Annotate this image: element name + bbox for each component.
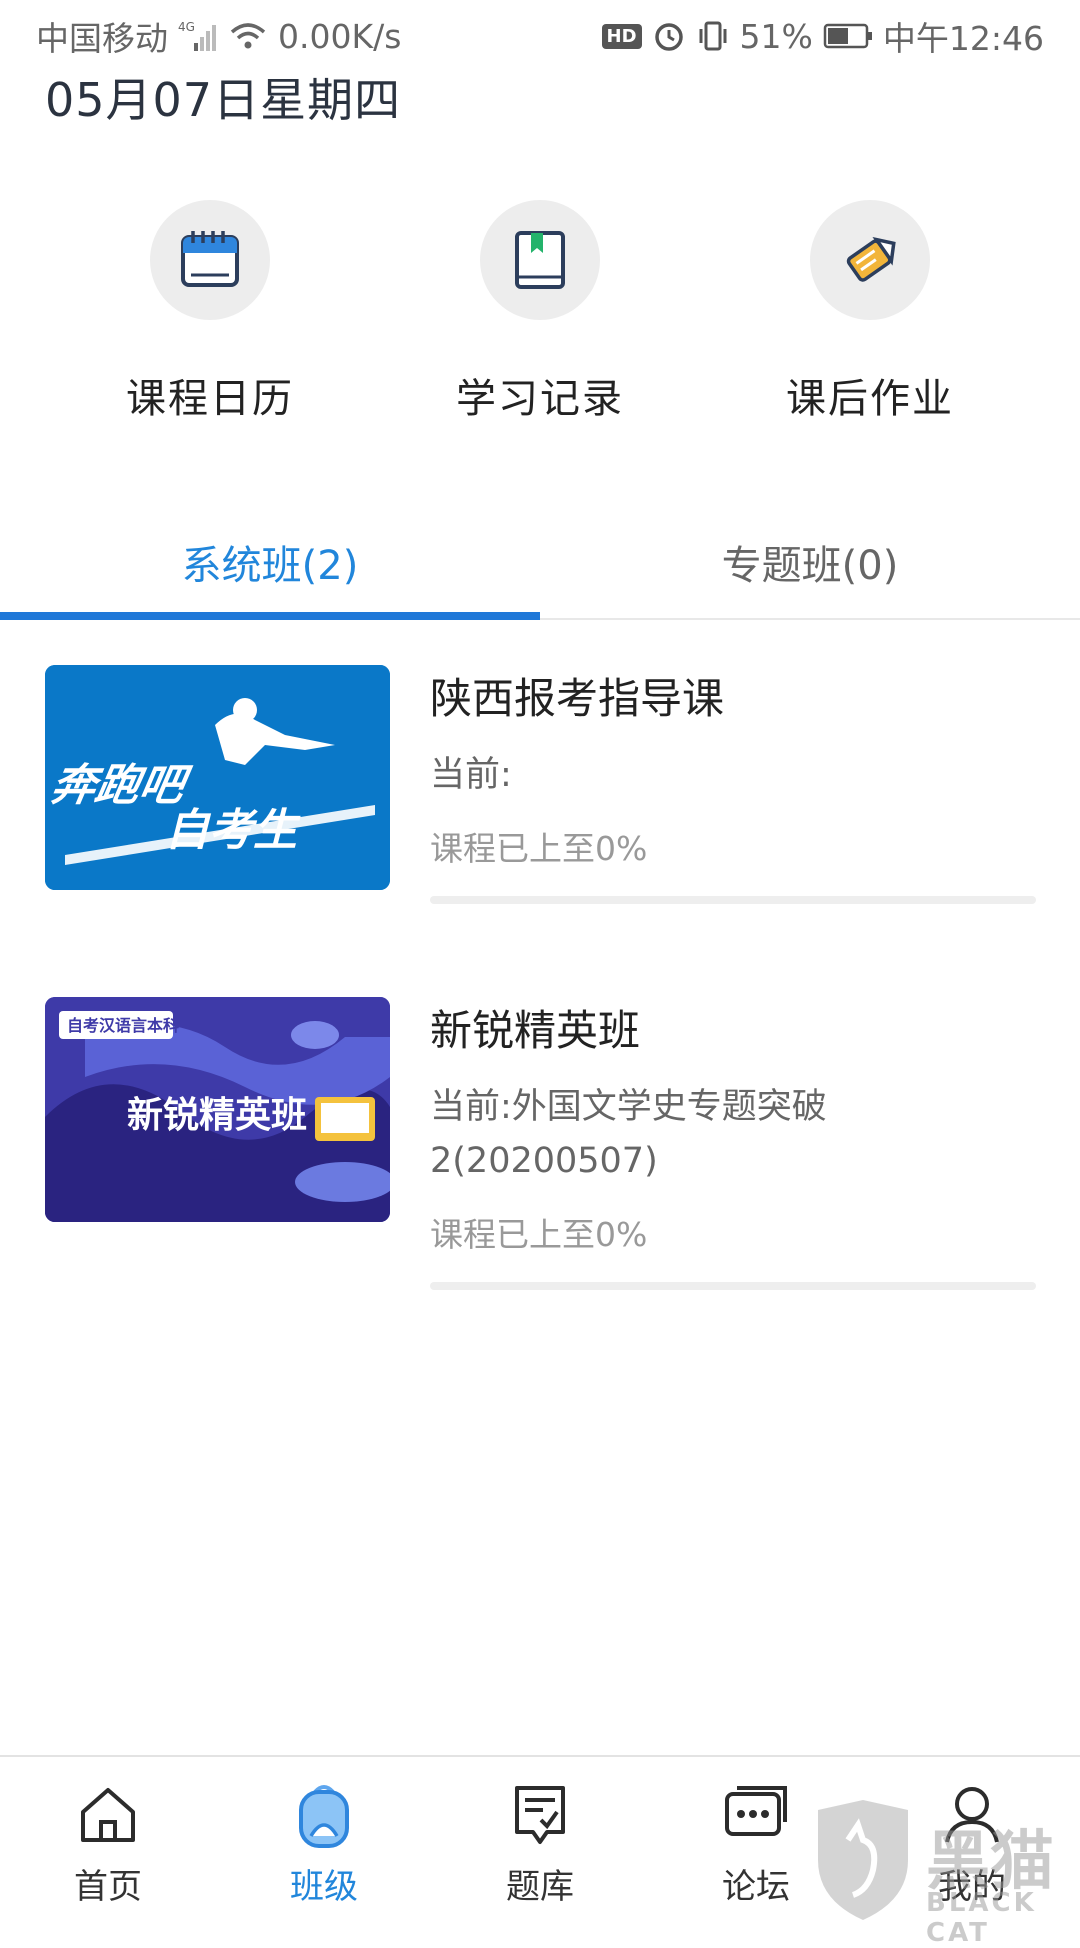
tab-indicator xyxy=(0,612,540,620)
hd-badge: HD xyxy=(601,23,642,49)
nav-label: 题库 xyxy=(506,1867,574,1907)
nav-home[interactable]: 首页 xyxy=(0,1757,216,1922)
quick-action-label: 课程日历 xyxy=(126,376,294,422)
pencil-icon xyxy=(810,200,930,320)
course-progress-bar xyxy=(430,1282,1036,1290)
course-thumbnail: 奔跑吧 自考生 xyxy=(45,665,390,890)
course-thumbnail: 自考汉语言本科 新锐精英班 xyxy=(45,997,390,1222)
course-item[interactable]: 自考汉语言本科 新锐精英班 新锐精英班 当前:外国文学史专题突破 2(20200… xyxy=(0,997,1080,1297)
course-info: 陕西报考指导课 当前: 课程已上至0% xyxy=(430,665,1040,904)
alarm-icon xyxy=(652,19,686,53)
course-progress-text: 课程已上至0% xyxy=(430,829,648,868)
quick-action-homework[interactable]: 课后作业 xyxy=(740,200,1000,424)
network-speed: 0.00K/s xyxy=(278,16,402,56)
quick-action-label: 课后作业 xyxy=(786,376,954,422)
nav-question-bank[interactable]: 题库 xyxy=(432,1757,648,1922)
quick-action-course-calendar[interactable]: 课程日历 xyxy=(80,200,340,424)
battery-icon xyxy=(823,22,873,50)
date-heading: 05月07日星期四 xyxy=(45,73,402,127)
quick-action-study-record[interactable]: 学习记录 xyxy=(410,200,670,424)
course-current: 当前: xyxy=(430,755,512,795)
status-bar: 中国移动 4G 0.00K/s HD 51% 中午12:46 xyxy=(0,0,1080,72)
course-info: 新锐精英班 当前:外国文学史专题突破 2(20200507) 课程已上至0% xyxy=(430,997,1040,1290)
course-title: 陕西报考指导课 xyxy=(430,674,725,723)
book-icon xyxy=(480,200,600,320)
tab-label: 系统班(2) xyxy=(181,543,359,589)
question-bank-icon xyxy=(432,1779,648,1851)
backpack-icon xyxy=(216,1779,432,1851)
svg-text:4G: 4G xyxy=(178,20,195,34)
wifi-icon xyxy=(228,20,268,52)
battery-percent: 51% xyxy=(739,16,813,56)
course-current: 当前:外国文学史专题突破 2(20200507) xyxy=(430,1080,1040,1188)
tab-system-class[interactable]: 系统班(2) xyxy=(0,512,540,612)
nav-label: 班级 xyxy=(290,1867,358,1907)
tab-topic-class[interactable]: 专题班(0) xyxy=(540,512,1080,612)
class-tabs: 系统班(2) 专题班(0) xyxy=(0,512,1080,620)
calendar-icon xyxy=(150,200,270,320)
course-current-line2: 2(20200507) xyxy=(430,1141,658,1181)
course-item[interactable]: 奔跑吧 自考生 陕西报考指导课 当前: 课程已上至0% xyxy=(0,665,1080,925)
svg-text:自考汉语言本科: 自考汉语言本科 xyxy=(67,1016,179,1035)
quick-actions: 课程日历 学习记录 课后作业 xyxy=(0,200,1080,430)
home-icon xyxy=(0,1779,216,1851)
cat-shield-icon xyxy=(818,1800,908,1920)
nav-label: 首页 xyxy=(74,1867,142,1907)
svg-text:奔跑吧: 奔跑吧 xyxy=(47,760,195,811)
course-title: 新锐精英班 xyxy=(430,1006,641,1055)
nav-class[interactable]: 班级 xyxy=(216,1757,432,1922)
carrier-name: 中国移动 xyxy=(36,19,168,58)
svg-text:新锐精英班: 新锐精英班 xyxy=(127,1095,307,1136)
course-progress-bar xyxy=(430,896,1036,904)
vibrate-icon xyxy=(696,19,730,53)
course-current-line1: 当前:外国文学史专题突破 xyxy=(430,1087,827,1127)
quick-action-label: 学习记录 xyxy=(456,376,624,422)
clock-time: 中午12:46 xyxy=(882,19,1044,58)
watermark-subtext: BLACK CAT xyxy=(926,1888,1037,1948)
signal-icon: 4G xyxy=(178,19,218,53)
tab-label: 专题班(0) xyxy=(721,543,899,589)
course-progress-text: 课程已上至0% xyxy=(430,1215,648,1254)
black-cat-watermark: 黑猫 BLACK CAT xyxy=(808,1800,1080,1948)
svg-text:自考生: 自考生 xyxy=(165,805,301,856)
